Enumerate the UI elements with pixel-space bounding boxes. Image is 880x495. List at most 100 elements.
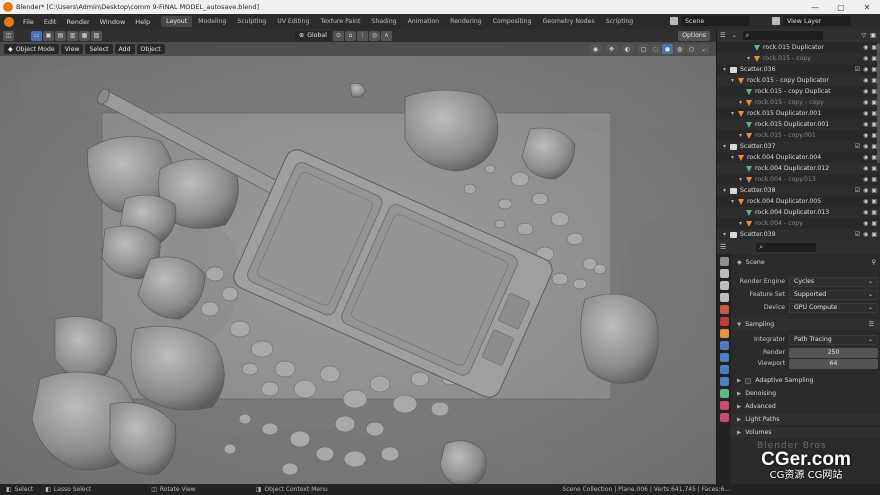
filter-icon[interactable]: ▽ bbox=[861, 32, 866, 39]
tab-rendering[interactable]: Rendering bbox=[445, 16, 487, 27]
pivot-icon[interactable]: ⊙ bbox=[332, 30, 344, 41]
eye-icon[interactable]: ◉ bbox=[863, 132, 868, 139]
expand-toggle-icon[interactable]: ▾ bbox=[731, 154, 738, 161]
material-shading-icon[interactable]: ◍ bbox=[674, 44, 685, 54]
outliner-object-row[interactable]: rock.004 Duplicator.012 ◉ ▣ bbox=[717, 163, 880, 174]
tab-animation[interactable]: Animation bbox=[403, 16, 445, 27]
menu-edit[interactable]: Edit bbox=[39, 18, 62, 26]
wireframe-shading-icon[interactable]: ◌ bbox=[650, 44, 661, 54]
eye-icon[interactable]: ◉ bbox=[863, 143, 868, 150]
eye-icon[interactable]: ◉ bbox=[863, 55, 868, 62]
eye-icon[interactable]: ◉ bbox=[863, 77, 868, 84]
presets-icon[interactable]: ☰ bbox=[868, 321, 874, 328]
outliner-collection-row[interactable]: ▾ Scatter.039 ☑ ◉ ▣ bbox=[717, 229, 880, 240]
sampling-panel-header[interactable]: ▼ Sampling ☰ bbox=[731, 319, 880, 330]
tab-modeling[interactable]: Modeling bbox=[193, 16, 231, 27]
tab-sculpting[interactable]: Sculpting bbox=[232, 16, 271, 27]
select-extend-icon[interactable]: ▤ bbox=[55, 30, 66, 41]
eye-icon[interactable]: ◉ bbox=[863, 198, 868, 205]
checkbox-icon[interactable]: ☑ bbox=[855, 187, 860, 194]
select-mode-icon[interactable]: ▣ bbox=[43, 30, 54, 41]
properties-editor-icon[interactable]: ☰ bbox=[720, 243, 726, 251]
tab-texture-paint[interactable]: Texture Paint bbox=[315, 16, 365, 27]
editor-type-icon[interactable]: ◫ bbox=[3, 30, 14, 41]
close-button[interactable]: ✕ bbox=[854, 3, 880, 12]
blender-menu-icon[interactable] bbox=[4, 16, 14, 27]
camera-icon[interactable]: ▣ bbox=[871, 176, 877, 183]
overlays-icon[interactable]: ◐ bbox=[622, 44, 633, 54]
menu-window[interactable]: Window bbox=[95, 18, 131, 26]
eye-icon[interactable]: ◉ bbox=[863, 209, 868, 216]
render-tab-icon[interactable] bbox=[719, 269, 729, 278]
particles-tab-icon[interactable] bbox=[719, 353, 729, 362]
tab-geometry-nodes[interactable]: Geometry Nodes bbox=[538, 16, 600, 27]
expand-toggle-icon[interactable]: ▾ bbox=[747, 55, 754, 62]
render-samples-field[interactable]: 250 bbox=[789, 347, 878, 358]
outliner-object-row[interactable]: ▾ rock.004 - copy.013 ◉ ▣ bbox=[717, 174, 880, 185]
outliner-collection-row[interactable]: ▾ Scatter.037 ☑ ◉ ▣ bbox=[717, 141, 880, 152]
expand-toggle-icon[interactable]: ▾ bbox=[739, 176, 746, 183]
expand-toggle-icon[interactable]: ▾ bbox=[723, 66, 730, 73]
camera-icon[interactable]: ▣ bbox=[871, 165, 877, 172]
outliner-object-row[interactable]: ▾ rock.004 Duplicator.005 ◉ ▣ bbox=[717, 196, 880, 207]
outliner-object-row[interactable]: rock.015 - copy Duplicat ◉ ▣ bbox=[717, 86, 880, 97]
menu-help[interactable]: Help bbox=[130, 18, 155, 26]
eye-icon[interactable]: ◉ bbox=[863, 110, 868, 117]
visibility-icon[interactable]: ◉ bbox=[590, 44, 601, 54]
proportional-edit-icon[interactable]: ◎ bbox=[368, 30, 380, 41]
physics-tab-icon[interactable] bbox=[719, 365, 729, 374]
expand-toggle-icon[interactable]: ▾ bbox=[739, 132, 746, 139]
scene-selector[interactable]: Scene bbox=[681, 16, 749, 26]
eye-icon[interactable]: ◉ bbox=[863, 220, 868, 227]
data-tab-icon[interactable] bbox=[719, 389, 729, 398]
properties-search-input[interactable]: ⌕ bbox=[756, 242, 817, 252]
menu-add[interactable]: Add bbox=[114, 44, 135, 54]
denoising-subpanel[interactable]: ▶ Denoising bbox=[731, 388, 880, 399]
tab-layout[interactable]: Layout bbox=[161, 16, 193, 27]
outliner-display-mode-icon[interactable]: ⌄ bbox=[732, 32, 737, 39]
eye-icon[interactable]: ◉ bbox=[863, 176, 868, 183]
outliner-editor-icon[interactable]: ☰ bbox=[720, 32, 726, 39]
expand-toggle-icon[interactable]: ▾ bbox=[731, 110, 738, 117]
eye-icon[interactable]: ◉ bbox=[863, 187, 868, 194]
constraints-tab-icon[interactable] bbox=[719, 377, 729, 386]
device-dropdown[interactable]: GPU Compute ⌄ bbox=[789, 302, 878, 313]
expand-toggle-icon[interactable]: ▾ bbox=[731, 77, 738, 84]
falloff-icon[interactable]: ∧ bbox=[380, 30, 392, 41]
eye-icon[interactable]: ◉ bbox=[863, 44, 868, 51]
checkbox-icon[interactable]: ☑ bbox=[855, 143, 860, 150]
camera-icon[interactable]: ▣ bbox=[871, 231, 877, 238]
options-dropdown[interactable]: Options bbox=[678, 30, 710, 41]
view-layer-tab-icon[interactable] bbox=[719, 293, 729, 302]
camera-icon[interactable]: ▣ bbox=[871, 198, 877, 205]
outliner-object-row[interactable]: ▾ rock.015 - copy Duplicator ◉ ▣ bbox=[717, 75, 880, 86]
outliner-object-row[interactable]: rock.015 Duplicator.001 ◉ ▣ bbox=[717, 119, 880, 130]
transform-orientation-dropdown[interactable]: ⊕ Global bbox=[295, 30, 331, 41]
menu-view[interactable]: View bbox=[60, 44, 84, 54]
eye-icon[interactable]: ◉ bbox=[863, 99, 868, 106]
expand-toggle-icon[interactable]: ▾ bbox=[723, 231, 730, 238]
tool-tab-icon[interactable] bbox=[719, 257, 729, 266]
eye-icon[interactable]: ◉ bbox=[863, 231, 868, 238]
outliner-object-row[interactable]: ▾ rock.004 Duplicator.004 ◉ ▣ bbox=[717, 152, 880, 163]
rendered-shading-icon[interactable]: ○ bbox=[686, 44, 697, 54]
solid-shading-icon[interactable]: ● bbox=[662, 44, 673, 54]
advanced-subpanel[interactable]: ▶ Advanced bbox=[731, 401, 880, 412]
maximize-button[interactable]: ▢ bbox=[828, 3, 854, 12]
checkbox-icon[interactable]: ☑ bbox=[855, 231, 860, 238]
integrator-dropdown[interactable]: Path Tracing ⌄ bbox=[789, 334, 878, 345]
3d-viewport[interactable] bbox=[0, 29, 716, 484]
modifier-tab-icon[interactable] bbox=[719, 341, 729, 350]
eye-icon[interactable]: ◉ bbox=[863, 154, 868, 161]
eye-icon[interactable]: ◉ bbox=[863, 121, 868, 128]
expand-toggle-icon[interactable]: ▾ bbox=[731, 198, 738, 205]
select-box-icon[interactable]: ▭ bbox=[31, 30, 42, 41]
camera-icon[interactable]: ▣ bbox=[871, 187, 877, 194]
menu-object[interactable]: Object bbox=[136, 44, 165, 54]
eye-icon[interactable]: ◉ bbox=[863, 165, 868, 172]
tab-uv-editing[interactable]: UV Editing bbox=[272, 16, 314, 27]
menu-file[interactable]: File bbox=[18, 18, 39, 26]
object-tab-icon[interactable] bbox=[719, 329, 729, 338]
adaptive-sampling-checkbox[interactable] bbox=[745, 377, 752, 384]
render-engine-dropdown[interactable]: Cycles ⌄ bbox=[789, 276, 878, 287]
